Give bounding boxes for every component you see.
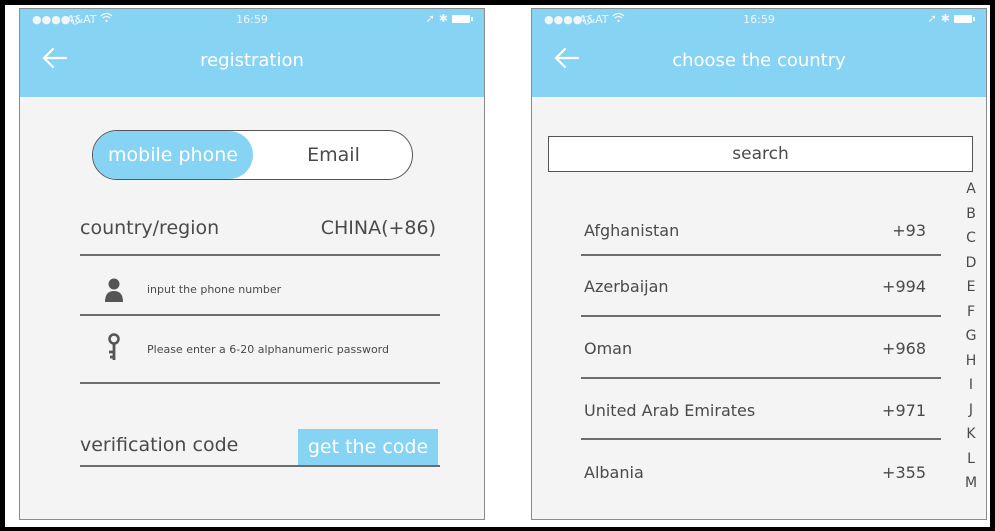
page-title: registration (200, 50, 304, 71)
get-code-button[interactable]: get the code (298, 429, 438, 465)
phone-number-row (80, 269, 440, 309)
country-name: Albania (584, 463, 644, 482)
bluetooth-icon: ✱ (940, 12, 950, 25)
status-time: 16:59 (236, 13, 268, 26)
country-code: +93 (892, 221, 926, 240)
country-code: +994 (882, 277, 926, 296)
divider (80, 382, 440, 384)
index-letter[interactable]: I (962, 373, 980, 398)
country-item[interactable]: Azerbaijan +994 (581, 263, 941, 311)
country-item[interactable]: United Arab Emirates +971 (581, 387, 941, 435)
index-letter[interactable]: J (962, 398, 980, 423)
index-letter[interactable]: G (962, 324, 980, 349)
divider (581, 315, 941, 317)
country-name: Oman (584, 339, 633, 358)
key-icon (108, 333, 120, 360)
password-row (80, 329, 440, 369)
country-item[interactable]: Albania +355 (581, 449, 941, 497)
tab-mobile-phone[interactable]: mobile phone (93, 131, 253, 179)
choose-country-screen: ●●●●○ A&AT 16:59 ➚ ✱ choose the country … (531, 8, 987, 520)
location-arrow-icon: ➚ (927, 12, 937, 25)
divider (581, 438, 941, 440)
divider (581, 377, 941, 379)
page-title: choose the country (672, 50, 846, 71)
country-item[interactable]: Oman +968 (581, 325, 941, 373)
country-region-value[interactable]: CHINA(+86) (321, 217, 436, 239)
index-letter[interactable]: F (962, 300, 980, 325)
divider (80, 314, 440, 316)
country-code: +971 (882, 401, 926, 420)
password-input[interactable] (147, 337, 437, 361)
nav-bar: registration (20, 31, 484, 97)
country-region-label: country/region (80, 217, 220, 239)
search-box (548, 136, 973, 172)
index-letter[interactable]: A (962, 177, 980, 202)
status-bar: ●●●●○ A&AT 16:59 ➚ ✱ (532, 9, 986, 31)
country-code: +355 (882, 463, 926, 482)
battery-icon (452, 14, 473, 23)
country-name: Azerbaijan (584, 277, 669, 296)
search-input[interactable] (549, 137, 972, 171)
location-arrow-icon: ➚ (425, 12, 435, 25)
country-name: Afghanistan (584, 221, 680, 240)
alphabet-index: A B C D E F G H I J K L M (962, 177, 980, 496)
index-letter[interactable]: K (962, 422, 980, 447)
index-letter[interactable]: M (962, 471, 980, 496)
country-item[interactable]: Afghanistan +93 (581, 207, 941, 255)
index-letter[interactable]: C (962, 226, 980, 251)
divider (80, 465, 440, 467)
country-name: United Arab Emirates (584, 401, 756, 420)
bluetooth-icon: ✱ (438, 12, 448, 25)
status-bar: ●●●●○ A&AT 16:59 ➚ ✱ (20, 9, 484, 31)
divider (581, 254, 941, 256)
user-icon (105, 278, 123, 302)
nav-bar: choose the country (532, 31, 986, 97)
index-letter[interactable]: E (962, 275, 980, 300)
battery-icon (954, 14, 975, 23)
registration-method-toggle: mobile phone Email (92, 130, 413, 180)
tab-email[interactable]: Email (253, 131, 412, 179)
verification-code-label[interactable]: verification code (80, 434, 238, 456)
index-letter[interactable]: D (962, 251, 980, 276)
index-letter[interactable]: L (962, 447, 980, 472)
index-letter[interactable]: H (962, 349, 980, 374)
registration-screen: ●●●●○ A&AT 16:59 ➚ ✱ registration mobile… (19, 8, 485, 520)
divider (80, 254, 440, 256)
index-letter[interactable]: B (962, 202, 980, 227)
status-time: 16:59 (743, 13, 775, 26)
country-code: +968 (882, 339, 926, 358)
phone-number-input[interactable] (147, 277, 437, 301)
